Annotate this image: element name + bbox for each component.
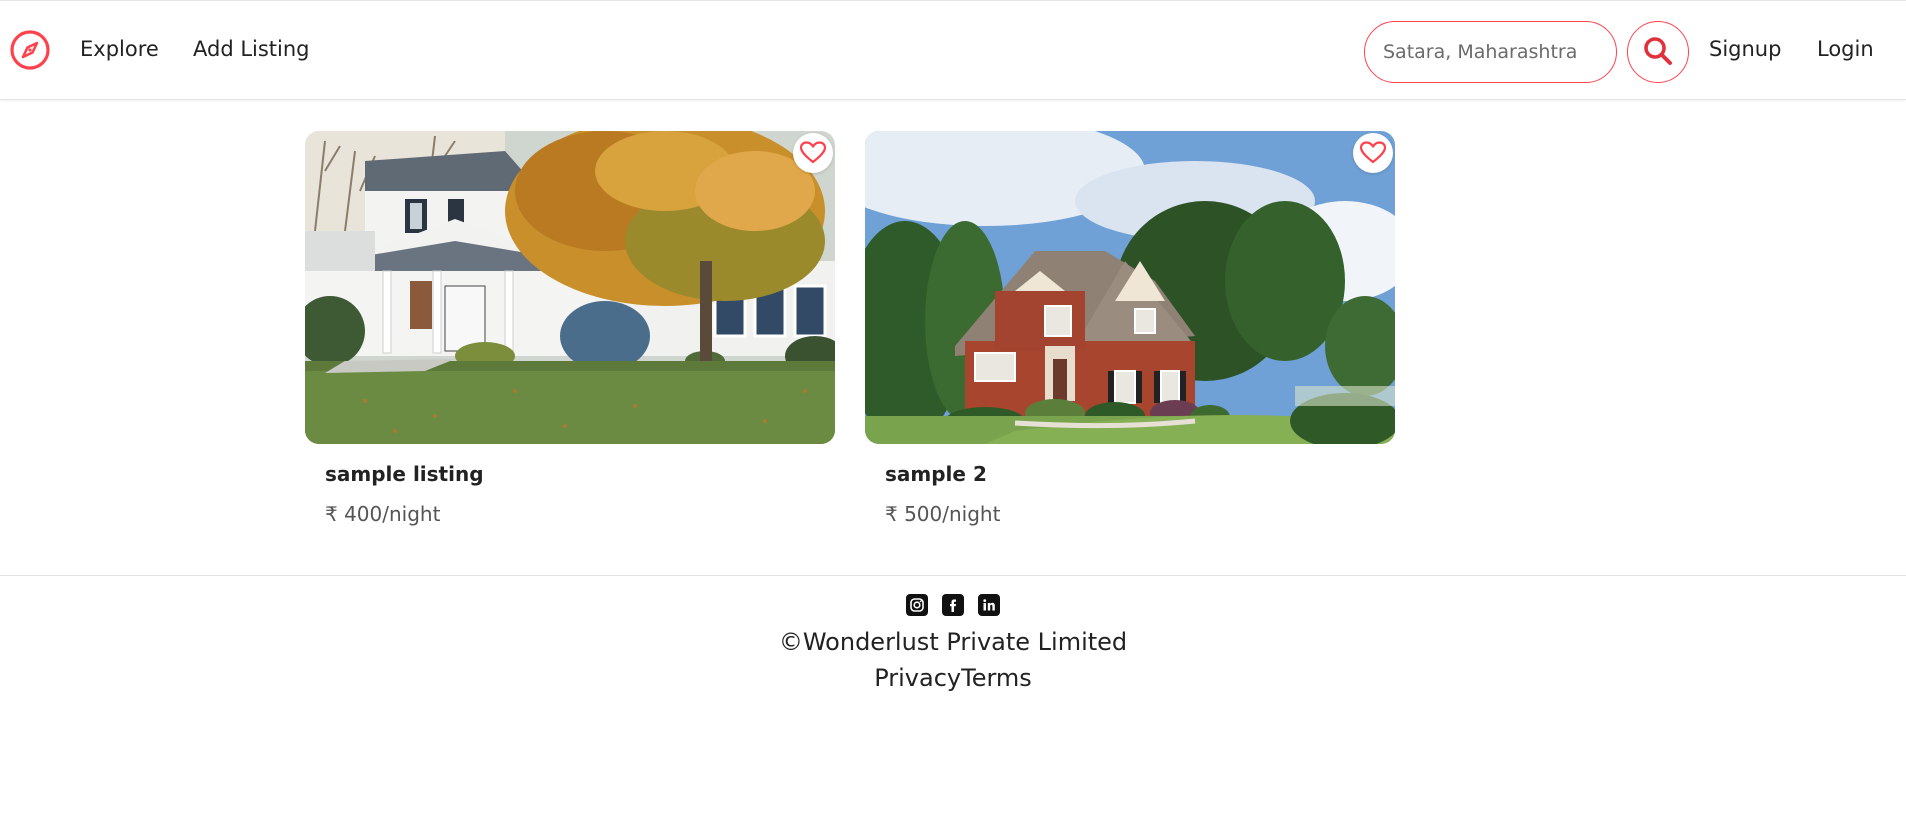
listing-price: ₹ 400/night	[325, 502, 441, 526]
listing-image[interactable]	[305, 131, 835, 444]
listing-card[interactable]: sample 2 ₹ 500/night	[865, 131, 1395, 526]
nav-explore-link[interactable]: Explore	[80, 37, 159, 61]
heart-icon	[800, 141, 826, 165]
search-icon	[1642, 35, 1674, 70]
linkedin-icon[interactable]	[978, 594, 1000, 616]
favorite-button[interactable]	[1353, 133, 1393, 173]
social-links	[0, 594, 1906, 616]
listing-title: sample 2	[885, 462, 987, 486]
terms-link[interactable]: Terms	[961, 664, 1032, 692]
navbar: Explore Add Listing Signup Login	[0, 0, 1906, 100]
footer: ©Wonderlust Private Limited PrivacyTerms	[0, 575, 1906, 705]
privacy-link[interactable]: Privacy	[874, 664, 961, 692]
facebook-icon[interactable]	[942, 594, 964, 616]
nav-login-link[interactable]: Login	[1817, 37, 1874, 61]
listing-title: sample listing	[325, 462, 484, 486]
listing-card[interactable]: sample listing ₹ 400/night	[305, 131, 835, 526]
search-button[interactable]	[1627, 21, 1689, 83]
nav-add-listing-link[interactable]: Add Listing	[193, 37, 310, 61]
footer-links: PrivacyTerms	[0, 664, 1906, 692]
search-input[interactable]	[1364, 21, 1617, 83]
heart-icon	[1360, 141, 1386, 165]
favorite-button[interactable]	[793, 133, 833, 173]
copyright-text: ©Wonderlust Private Limited	[778, 628, 1128, 656]
nav-signup-link[interactable]: Signup	[1709, 37, 1781, 61]
instagram-icon[interactable]	[906, 594, 928, 616]
listing-image[interactable]	[865, 131, 1395, 444]
compass-icon[interactable]	[8, 28, 52, 72]
listing-price: ₹ 500/night	[885, 502, 1001, 526]
